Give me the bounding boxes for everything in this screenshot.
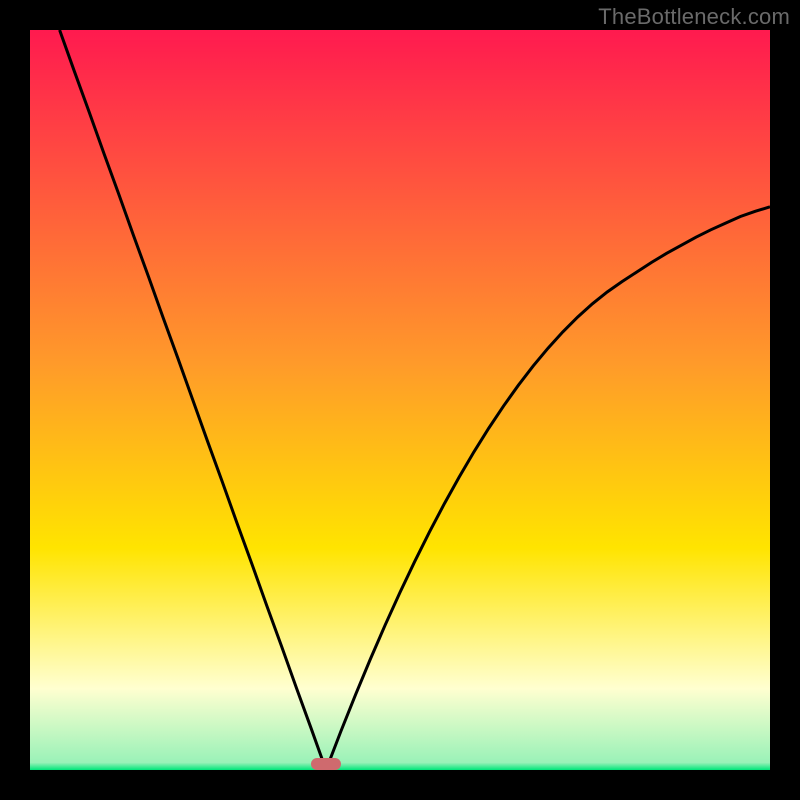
gradient-background bbox=[30, 30, 770, 770]
chart-frame: TheBottleneck.com bbox=[0, 0, 800, 800]
minimum-marker bbox=[311, 758, 341, 770]
watermark-text: TheBottleneck.com bbox=[598, 4, 790, 30]
chart-svg bbox=[30, 30, 770, 770]
plot-area bbox=[30, 30, 770, 770]
